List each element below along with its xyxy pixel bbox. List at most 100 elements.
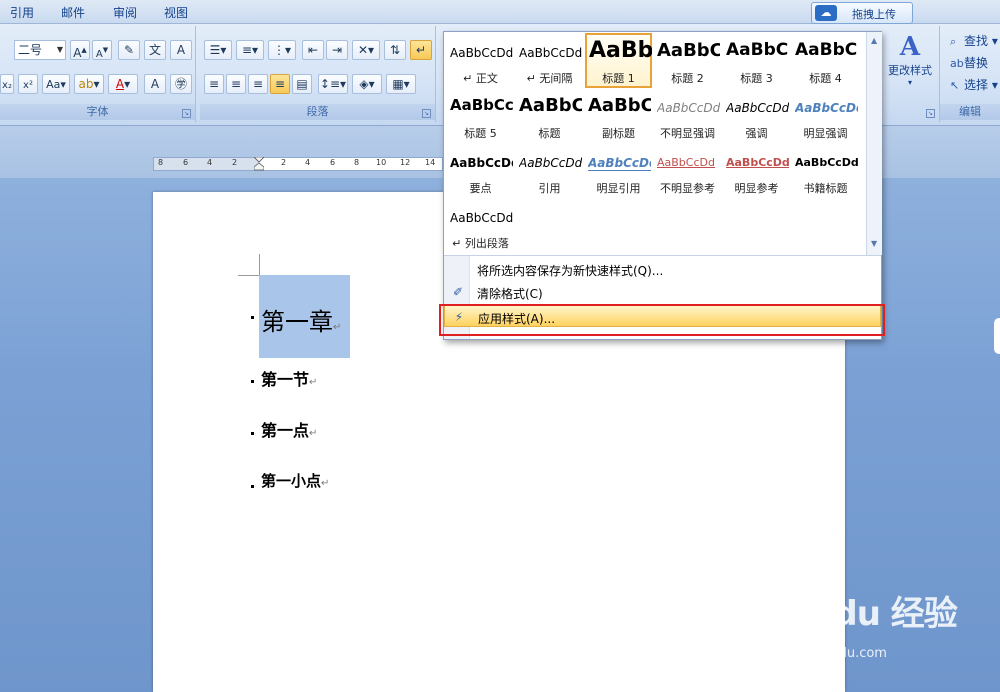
style-sample: AaBbCcDd bbox=[795, 101, 858, 115]
change-styles-button[interactable]: A 更改样式 ▾ bbox=[882, 32, 938, 87]
paragraph-dialog-launcher-icon[interactable]: ↘ bbox=[422, 109, 431, 118]
change-styles-icon: A bbox=[899, 32, 921, 62]
style-label: 标题 5 bbox=[464, 127, 497, 140]
ribbon-tab-bar: 引用 邮件 审阅 视图 ☁ 拖拽上传 bbox=[0, 0, 1000, 24]
bullets-icon[interactable]: ☰▾ bbox=[204, 40, 232, 60]
style-strong[interactable]: AaBbCcDd 要点 bbox=[447, 145, 514, 197]
style-label: 不明显参考 bbox=[660, 182, 715, 195]
drag-upload-button[interactable]: ☁ 拖拽上传 bbox=[811, 2, 913, 24]
cursor-icon: ↖ bbox=[950, 79, 960, 92]
style-intense-reference[interactable]: AaBbCcDd 明显参考 bbox=[723, 145, 790, 197]
align-left-icon[interactable]: ≡ bbox=[204, 74, 224, 94]
style-quote[interactable]: AaBbCcDd 引用 bbox=[516, 145, 583, 197]
style-heading-1[interactable]: AaBb 标题 1 bbox=[585, 33, 652, 88]
shrink-font-icon[interactable]: A▼ bbox=[92, 40, 112, 60]
heading-2-text: 第一节 bbox=[261, 370, 310, 389]
highlight-icon[interactable]: ab▾ bbox=[74, 74, 104, 94]
tab-references[interactable]: 引用 bbox=[4, 4, 40, 21]
scroll-up-icon[interactable]: ▲ bbox=[871, 36, 877, 45]
replace-button[interactable]: ab替换 bbox=[950, 54, 988, 71]
style-label: 强调 bbox=[745, 127, 768, 140]
style-label: ↵ 正文 bbox=[463, 72, 498, 85]
list-bullet bbox=[251, 432, 254, 435]
clear-format-icon[interactable]: ✎ bbox=[118, 40, 140, 60]
ruler-tick: 6 bbox=[330, 158, 336, 167]
list-bullet bbox=[251, 485, 254, 488]
justify-icon[interactable]: ≡ bbox=[270, 74, 290, 94]
align-center-icon[interactable]: ≡ bbox=[226, 74, 246, 94]
style-list-paragraph[interactable]: AaBbCcDd ↵ 列出段落 bbox=[447, 200, 514, 252]
increase-indent-icon[interactable]: ⇥ bbox=[326, 40, 348, 60]
font-color-icon[interactable]: A▾ bbox=[108, 74, 138, 94]
style-intense-emphasis[interactable]: AaBbCcDd 明显强调 bbox=[792, 90, 859, 142]
style-label: 标题 1 bbox=[602, 72, 635, 85]
style-heading-2[interactable]: AaBbC 标题 2 bbox=[654, 35, 721, 87]
shading-icon[interactable]: ◈▾ bbox=[352, 74, 382, 94]
list-bullet bbox=[251, 380, 254, 383]
align-right-icon[interactable]: ≡ bbox=[248, 74, 268, 94]
style-sample: AaBbCcDd bbox=[588, 156, 651, 171]
indent-marker-icon[interactable] bbox=[254, 157, 264, 171]
borders-icon[interactable]: ▦▾ bbox=[386, 74, 416, 94]
select-button[interactable]: ↖ 选择 ▾ bbox=[950, 76, 998, 93]
distributed-icon[interactable]: ▤ bbox=[292, 74, 312, 94]
style-label: 引用 bbox=[538, 182, 561, 195]
scroll-down-icon[interactable]: ▼ bbox=[871, 239, 877, 248]
char-shading-icon[interactable]: A bbox=[144, 74, 166, 94]
paragraph-group: ☰▾ ≡▾ ⋮▾ ⇤ ⇥ ✕▾ ⇅ ↵ ≡ ≡ ≡ ≡ ▤ ↕≡▾ ◈▾ ▦▾ … bbox=[200, 26, 436, 122]
font-group-label: 字体 bbox=[0, 104, 195, 120]
heading-2[interactable]: 第一节↵ bbox=[261, 366, 317, 390]
style-emphasis[interactable]: AaBbCcDd 强调 bbox=[723, 90, 790, 142]
style-heading-4[interactable]: AaBbC 标题 4 bbox=[792, 35, 859, 87]
superscript-icon[interactable]: x² bbox=[18, 74, 38, 94]
show-marks-icon[interactable]: ↵ bbox=[410, 40, 432, 60]
style-label: 标题 3 bbox=[740, 72, 773, 85]
style-subtle-reference[interactable]: AaBbCcDd 不明显参考 bbox=[654, 145, 721, 197]
style-sample: AaBbCcDd bbox=[450, 46, 513, 60]
heading-3[interactable]: 第一点↵ bbox=[261, 417, 317, 441]
find-button[interactable]: ⌕ 查找 ▾ bbox=[950, 32, 998, 49]
style-subtle-emphasis[interactable]: AaBbCcDd 不明显强调 bbox=[654, 90, 721, 142]
styles-dialog-launcher-icon[interactable]: ↘ bbox=[926, 109, 935, 118]
chinese-layout-icon[interactable]: ✕▾ bbox=[352, 40, 380, 60]
heading-1[interactable]: 第一章↵ bbox=[261, 302, 341, 337]
find-label: 查找 bbox=[964, 34, 989, 48]
quick-styles-gallery: AaBbCcDd ↵ 正文 AaBbCcDd ↵ 无间隔 AaBb 标题 1 A… bbox=[443, 31, 882, 340]
multilevel-list-icon[interactable]: ⋮▾ bbox=[268, 40, 296, 60]
enclose-char-icon[interactable]: ㊫ bbox=[170, 74, 192, 94]
horizontal-ruler[interactable]: 8 6 4 2 2 4 6 8 10 12 14 bbox=[153, 157, 443, 171]
font-dialog-launcher-icon[interactable]: ↘ bbox=[182, 109, 191, 118]
tab-view[interactable]: 视图 bbox=[158, 4, 194, 21]
heading-4-text: 第一小点 bbox=[261, 472, 322, 490]
tab-mailings[interactable]: 邮件 bbox=[55, 4, 91, 21]
numbering-icon[interactable]: ≡▾ bbox=[236, 40, 264, 60]
style-normal[interactable]: AaBbCcDd ↵ 正文 bbox=[447, 35, 514, 87]
decrease-indent-icon[interactable]: ⇤ bbox=[302, 40, 324, 60]
gallery-scrollbar[interactable]: ▲ ▼ bbox=[866, 32, 882, 255]
grow-font-icon[interactable]: A▲ bbox=[70, 40, 90, 60]
heading-4[interactable]: 第一小点↵ bbox=[261, 470, 329, 491]
sort-icon[interactable]: ⇅ bbox=[384, 40, 406, 60]
phonetic-guide-icon[interactable]: 文 bbox=[144, 40, 166, 60]
line-spacing-icon[interactable]: ↕≡▾ bbox=[318, 74, 348, 94]
upload-button-label: 拖拽上传 bbox=[852, 8, 896, 21]
style-subtitle[interactable]: AaBbC 副标题 bbox=[585, 90, 652, 142]
style-heading-3[interactable]: AaBbC 标题 3 bbox=[723, 35, 790, 87]
ruler-tick: 2 bbox=[281, 158, 287, 167]
paragraph-mark: ↵ bbox=[333, 322, 342, 333]
font-size-combo[interactable]: 二号 ▼ bbox=[14, 40, 66, 60]
cloud-icon: ☁ bbox=[815, 5, 837, 21]
style-book-title[interactable]: AaBbCcDd 书籍标题 bbox=[792, 145, 859, 197]
style-no-spacing[interactable]: AaBbCcDd ↵ 无间隔 bbox=[516, 35, 583, 87]
tab-review[interactable]: 审阅 bbox=[107, 4, 143, 21]
style-heading-5[interactable]: AaBbCc 标题 5 bbox=[447, 90, 514, 142]
change-case-icon[interactable]: Aa▾ bbox=[42, 74, 70, 94]
clear-formatting-item[interactable]: ✐ 清除格式(C) bbox=[444, 281, 881, 303]
ruler-tick: 10 bbox=[376, 158, 387, 167]
replace-label: 替换 bbox=[964, 56, 989, 70]
save-selection-as-style-item[interactable]: 将所选内容保存为新快速样式(Q)... bbox=[444, 258, 881, 280]
style-title[interactable]: AaBbC 标题 bbox=[516, 90, 583, 142]
subscript-icon[interactable]: x₂ bbox=[0, 74, 14, 94]
char-border-icon[interactable]: A bbox=[170, 40, 192, 60]
style-intense-quote[interactable]: AaBbCcDd 明显引用 bbox=[585, 145, 652, 197]
